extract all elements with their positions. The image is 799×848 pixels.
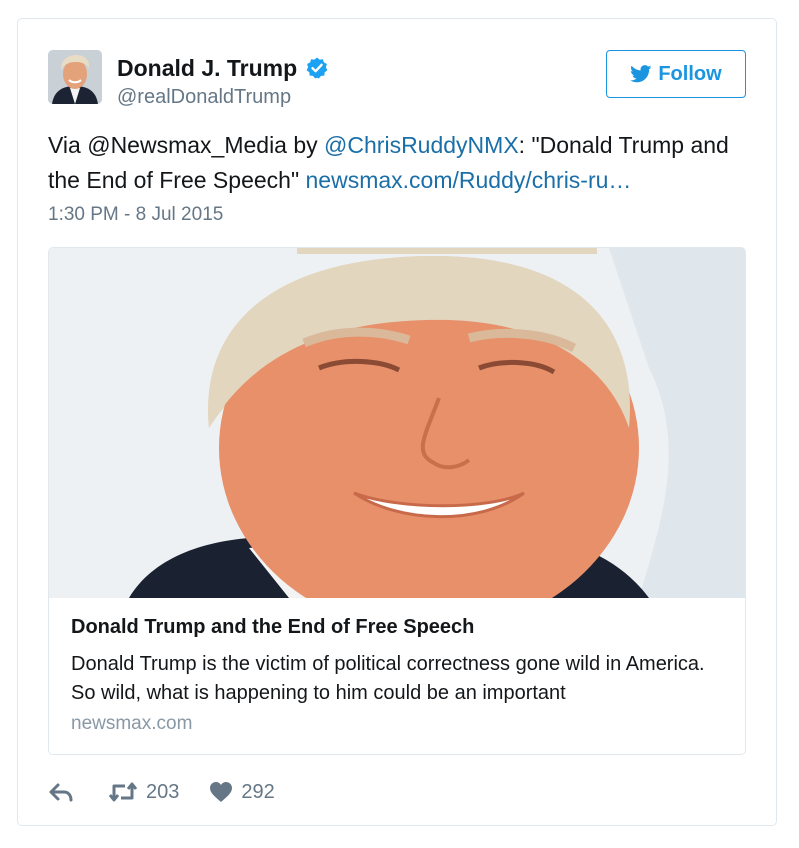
twitter-bird-icon: [630, 65, 652, 83]
text-middle: by: [286, 132, 325, 158]
follow-button[interactable]: Follow: [606, 50, 746, 98]
tweet-card: Donald J. Trump @realDonaldTrump Follow …: [17, 18, 777, 826]
tweet-timestamp[interactable]: 1:30 PM - 8 Jul 2015: [48, 204, 223, 226]
like-button[interactable]: 292: [209, 780, 275, 804]
reply-icon: [49, 783, 73, 802]
link-preview-card[interactable]: Donald Trump and the End of Free Speech …: [48, 247, 746, 755]
mention-newsmax[interactable]: @Newsmax_Media: [87, 132, 287, 158]
tweet-text: Via @Newsmax_Media by @ChrisRuddyNMX: "D…: [48, 128, 748, 198]
tweet-actions: 203 292: [48, 777, 275, 807]
mention-chrisruddy[interactable]: @ChrisRuddyNMX: [324, 132, 519, 158]
follow-label: Follow: [658, 62, 722, 85]
card-image[interactable]: [49, 248, 745, 633]
avatar[interactable]: [48, 50, 102, 104]
card-title[interactable]: Donald Trump and the End of Free Speech: [71, 616, 474, 639]
retweet-count: 203: [146, 780, 180, 803]
author-name[interactable]: Donald J. Trump: [117, 54, 297, 82]
verified-badge-icon: [305, 56, 329, 80]
text-prefix: Via: [48, 132, 88, 158]
author-name-row: Donald J. Trump: [117, 54, 329, 82]
author-handle[interactable]: @realDonaldTrump: [117, 85, 291, 109]
retweet-icon: [108, 782, 138, 802]
card-description: Donald Trump is the victim of political …: [71, 653, 705, 704]
reply-button[interactable]: [48, 781, 74, 803]
heart-icon: [210, 782, 233, 802]
tweet-url-link[interactable]: newsmax.com/Ruddy/chris-ru…: [306, 167, 632, 193]
card-body: Donald Trump and the End of Free Speech …: [49, 598, 745, 754]
like-count: 292: [241, 780, 275, 803]
card-domain: newsmax.com: [71, 713, 193, 734]
retweet-button[interactable]: 203: [108, 781, 179, 804]
